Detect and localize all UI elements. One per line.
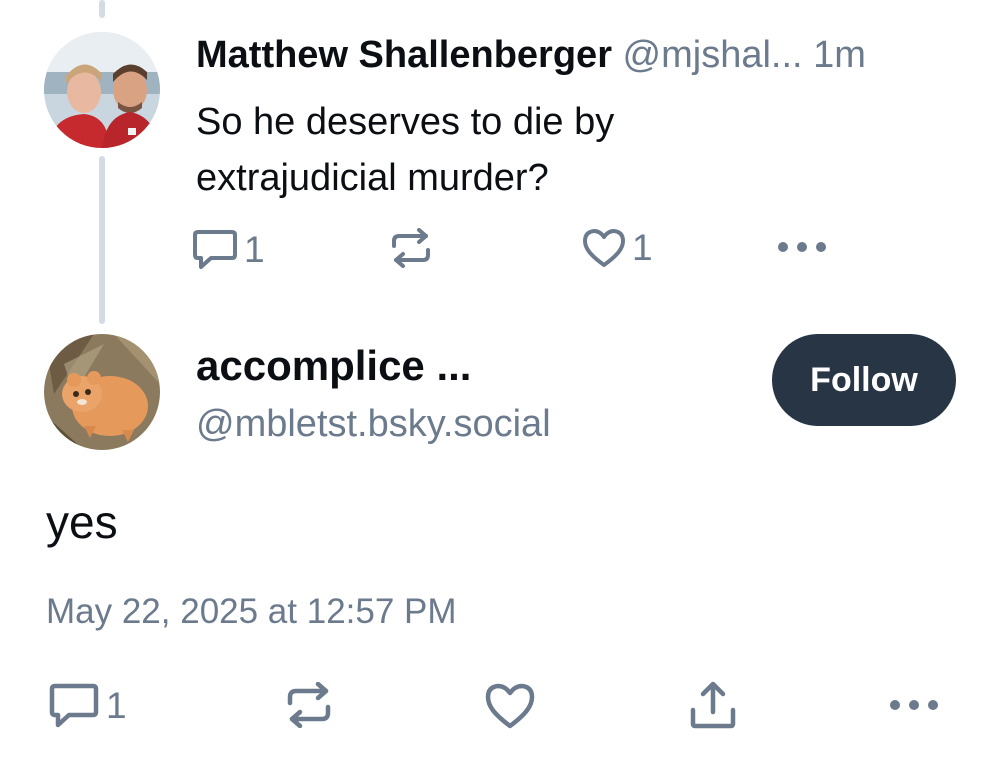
main-author-handle[interactable]: @mbletst.bsky.social [196,400,551,448]
parent-more-button[interactable] [776,240,828,254]
parent-repost-button[interactable] [388,228,434,268]
heart-icon [583,229,625,267]
parent-post-header: Matthew Shallenberger @mjshal... 1m [196,32,866,78]
reply-icon [193,230,237,269]
parent-reply-count: 1 [244,229,265,270]
thread-line-connector [99,156,105,324]
heart-icon [485,683,535,729]
parent-author-avatar[interactable] [44,32,160,148]
main-more-button[interactable] [888,698,940,712]
main-like-button[interactable] [484,682,536,730]
share-icon [690,681,736,729]
thread-line-top [99,0,105,18]
main-share-button[interactable] [688,680,738,730]
parent-post-time[interactable]: 1m [813,34,866,76]
repost-icon [392,228,430,268]
main-post-text: yes [46,496,118,548]
parent-like-count: 1 [632,227,653,268]
main-repost-button[interactable] [284,682,334,728]
parent-post-text: So he deserves to die by extrajudicial m… [196,101,615,199]
main-reply-count: 1 [106,685,127,726]
main-reply-button[interactable]: 1 [48,682,127,730]
reply-icon [49,683,99,728]
parent-author-handle[interactable]: @mjshal... [623,34,803,76]
more-icon [778,242,826,252]
follow-button[interactable]: Follow [772,334,956,426]
repost-icon [287,682,331,728]
parent-author-name[interactable]: Matthew Shallenberger [196,34,612,76]
more-icon [890,700,938,710]
main-author-avatar[interactable] [44,334,160,450]
main-author-name[interactable]: accomplice ... [196,340,471,392]
parent-reply-button[interactable]: 1 [192,228,265,272]
parent-like-button[interactable]: 1 [582,228,653,268]
main-post-date: May 22, 2025 at 12:57 PM [46,592,457,631]
